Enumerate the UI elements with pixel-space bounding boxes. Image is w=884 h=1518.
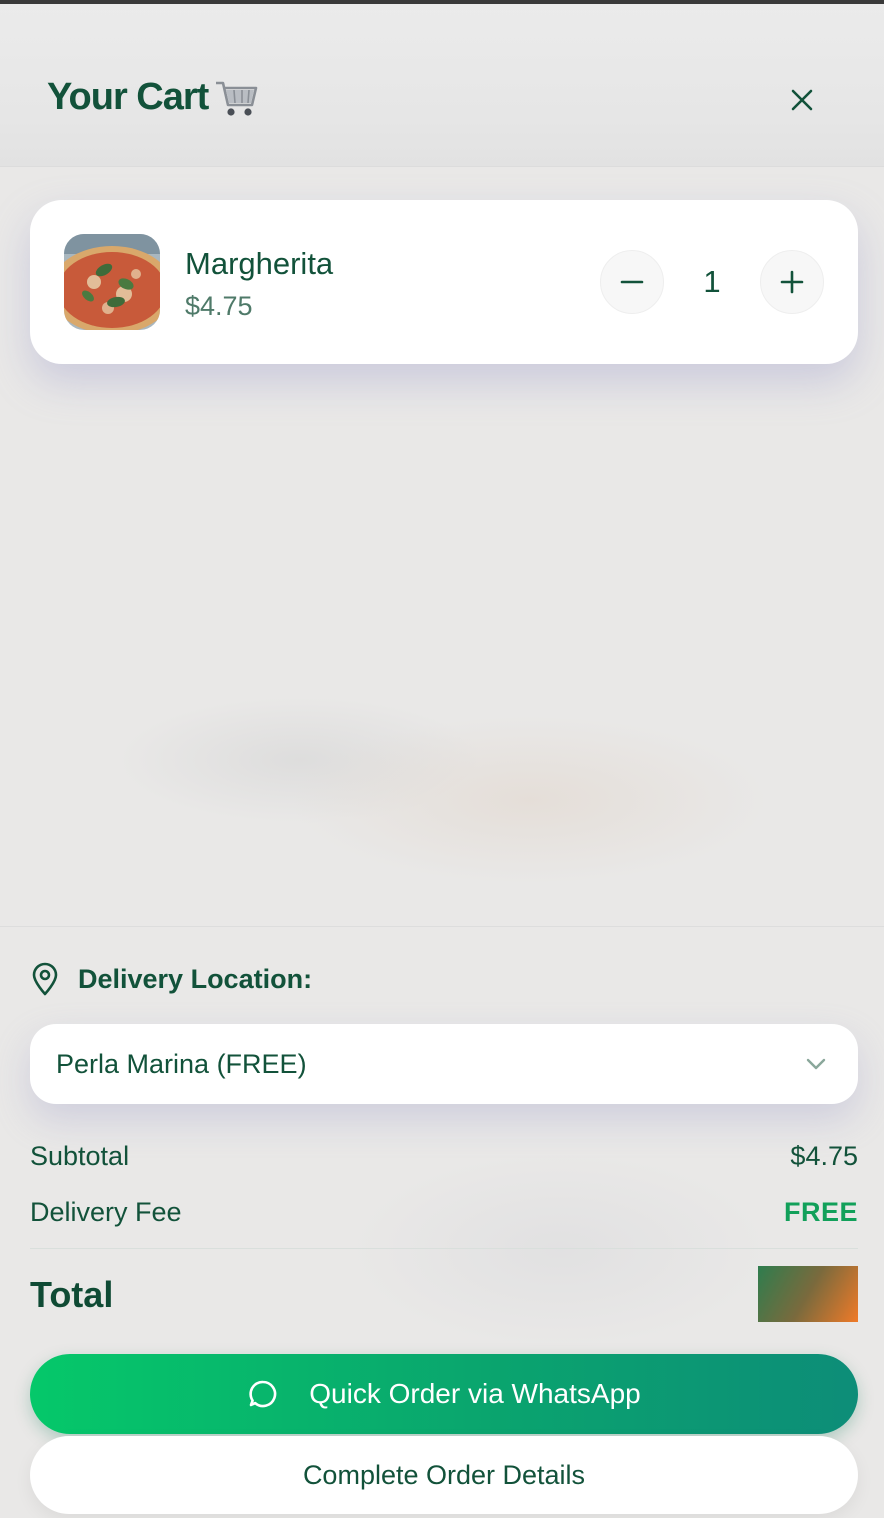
subtotal-label: Subtotal <box>30 1141 130 1171</box>
map-pin-icon <box>32 962 58 996</box>
close-button[interactable] <box>780 80 824 120</box>
cart-header: Your Cart <box>0 4 884 167</box>
complete-order-label: Complete Order Details <box>302 1459 586 1490</box>
shopping-cart-icon <box>216 81 258 116</box>
plus-icon <box>780 270 804 294</box>
chat-bubble-icon <box>249 1380 277 1408</box>
pizza-image <box>64 234 160 330</box>
total-label: Total <box>30 1274 114 1315</box>
delivery-location-select[interactable]: Perla Marina (FREE) <box>30 1024 858 1104</box>
complete-order-button[interactable]: Complete Order Details <box>30 1436 858 1514</box>
subtotal-value: $4.75 <box>790 1141 858 1171</box>
chevron-down-icon <box>806 1058 826 1070</box>
cart-item: Margherita $4.75 1 <box>30 200 858 364</box>
page-title-text: Your Cart <box>47 76 209 118</box>
decrease-quantity-button[interactable] <box>600 250 664 314</box>
summary-divider <box>30 1248 858 1249</box>
minus-icon <box>620 280 644 284</box>
subtotal-row: Subtotal $4.75 <box>30 1141 858 1172</box>
item-name: Margherita <box>185 246 334 281</box>
whatsapp-order-button[interactable]: Quick Order via WhatsApp <box>30 1354 858 1434</box>
delivery-fee-value: FREE <box>783 1197 858 1227</box>
delivery-fee-label: Delivery Fee <box>30 1197 182 1227</box>
close-icon <box>791 89 813 111</box>
delivery-location-value: Perla Marina (FREE) <box>56 1048 307 1079</box>
section-divider <box>0 926 884 927</box>
whatsapp-order-label: Quick Order via WhatsApp <box>309 1378 641 1409</box>
delivery-location-label: Delivery Location: <box>30 962 312 996</box>
increase-quantity-button[interactable] <box>760 250 824 314</box>
delivery-location-text: Delivery Location: <box>78 963 313 994</box>
page-title: Your Cart <box>47 76 260 119</box>
item-price: $4.75 <box>185 291 253 321</box>
total-value <box>758 1266 858 1322</box>
delivery-fee-row: Delivery Fee FREE <box>30 1197 858 1228</box>
quantity-value: 1 <box>703 264 721 299</box>
